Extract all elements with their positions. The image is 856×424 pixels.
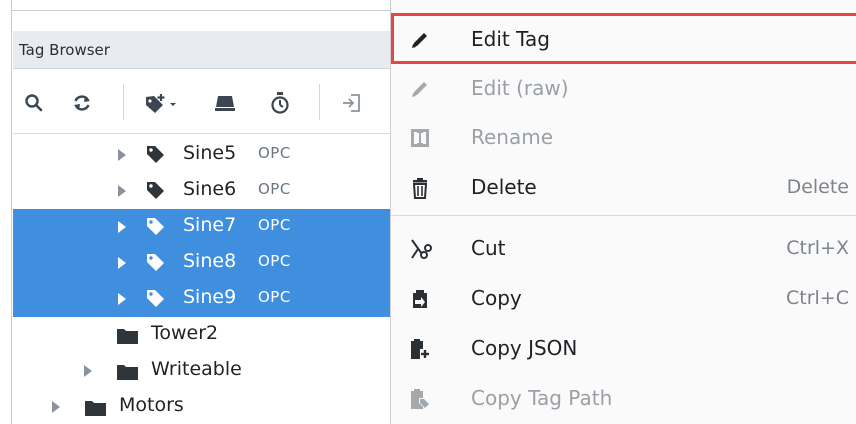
menu-item-label: Rename [471,125,554,149]
toolbar-separator [319,84,320,120]
tree-row-label: Sine7 [183,214,237,236]
tree-row-label: Sine5 [183,142,237,164]
tree-row-writeable[interactable]: Writeable [13,353,400,389]
tree-row-label: Sine9 [183,286,237,308]
copy-icon [407,287,433,311]
panel-top-strip [0,0,400,11]
menu-item-label: Copy JSON [471,336,578,360]
tree-row-label: Writeable [151,358,242,380]
menu-item-rename: Rename [391,113,856,163]
folder-icon [117,329,138,344]
menu-item-label: Edit (raw) [471,76,569,100]
tree-row-label: Sine8 [183,250,237,272]
expand-arrow-icon[interactable] [117,185,127,197]
menu-item-shortcut: Delete [786,176,849,198]
menu-item-shortcut: Ctrl+C [786,287,849,309]
expand-arrow-icon[interactable] [83,365,93,377]
pencil-icon [407,77,433,101]
tag-type-badge: OPC [258,180,291,198]
panel-title-bar: Tag Browser [13,31,400,69]
tree-row-sine7[interactable]: Sine7 OPC [13,209,400,245]
refresh-icon[interactable] [67,88,97,118]
tag-icon [147,254,164,271]
device-icon[interactable] [210,88,240,118]
tag-icon [147,218,164,235]
tree-row-sine5[interactable]: Sine5 OPC [13,137,400,173]
timer-icon[interactable] [265,88,295,118]
panel-title: Tag Browser [19,40,110,59]
folder-icon [85,401,106,416]
trash-icon [407,176,433,200]
tree-row-tower2[interactable]: Tower2 [13,317,400,353]
menu-item-label: Cut [471,236,506,260]
tag-browser-panel: Tag Browser Sine5 OPC Sine6 OPC Sine7 OP… [0,0,400,424]
tag-type-badge: OPC [258,288,291,306]
tag-icon [147,146,164,163]
tag-type-badge: OPC [258,216,291,234]
tag-icon [147,290,164,307]
import-icon[interactable] [337,88,367,118]
edit-tag-highlight-box [391,13,856,64]
tree-row-label: Tower2 [151,322,219,344]
folder-icon [117,365,138,380]
expand-arrow-icon[interactable] [117,293,127,305]
menu-item-label: Copy Tag Path [471,386,613,410]
menu-separator [391,215,856,216]
tree-row-sine6[interactable]: Sine6 OPC [13,173,400,209]
clipboard-plus-icon [407,337,433,361]
tag-icon [147,182,164,199]
tree-row-motors[interactable]: Motors [13,389,400,424]
menu-item-shortcut: Ctrl+X [786,237,849,259]
menu-item-copy[interactable]: Copy Ctrl+C [391,274,856,324]
panel-left-edge [0,0,12,424]
menu-item-cut[interactable]: Cut Ctrl+X [391,224,856,274]
menu-item-label: Delete [471,175,537,199]
tag-tree: Sine5 OPC Sine6 OPC Sine7 OPC Sine8 OPC [13,135,400,424]
tag-browser-toolbar [13,70,400,134]
menu-item-label: Copy [471,286,522,310]
tree-row-sine9[interactable]: Sine9 OPC [13,281,400,317]
clipboard-tag-icon [407,387,433,411]
rename-icon [407,126,433,150]
scissors-icon [407,237,433,261]
expand-arrow-icon[interactable] [117,221,127,233]
expand-arrow-icon[interactable] [117,149,127,161]
expand-arrow-icon[interactable] [51,401,61,413]
tree-row-label: Sine6 [183,178,237,200]
tree-row-label: Motors [119,394,184,416]
add-tag-icon[interactable] [141,88,185,118]
tree-row-sine8[interactable]: Sine8 OPC [13,245,400,281]
tag-type-badge: OPC [258,252,291,270]
toolbar-separator [123,84,124,120]
menu-item-delete[interactable]: Delete Delete [391,163,856,213]
menu-item-copy-json[interactable]: Copy JSON [391,324,856,374]
menu-item-copy-tag-path: Copy Tag Path [391,374,856,424]
menu-item-edit-raw: Edit (raw) [391,64,856,114]
search-icon[interactable] [19,88,49,118]
tag-type-badge: OPC [258,144,291,162]
expand-arrow-icon[interactable] [117,257,127,269]
